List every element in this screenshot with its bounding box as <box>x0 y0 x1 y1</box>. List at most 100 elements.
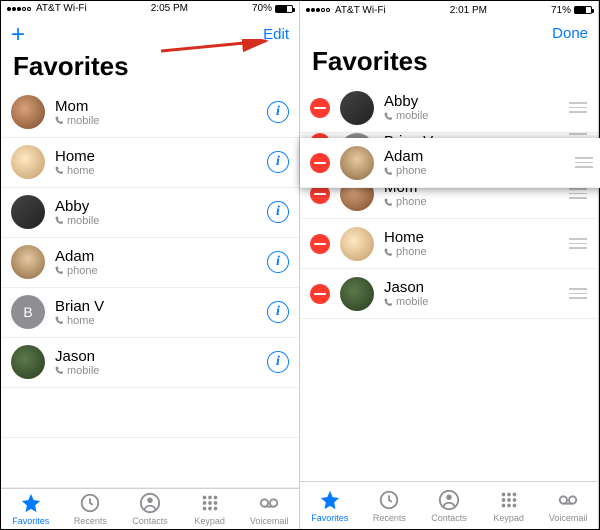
favorites-list: MommobileiHomehomeiAbbymobileiAdamphonei… <box>1 88 299 488</box>
contact-line: home <box>55 165 267 177</box>
favorite-row[interactable]: Mommobilei <box>1 88 299 138</box>
favorite-row[interactable]: Homehomei <box>1 138 299 188</box>
status-battery: 71% <box>551 5 592 16</box>
tab-favorites[interactable]: Favorites <box>1 489 61 530</box>
favorite-row[interactable]: Jasonmobilei <box>1 338 299 388</box>
delete-button[interactable] <box>310 234 330 254</box>
info-button[interactable]: i <box>267 351 289 373</box>
favorite-row[interactable]: Adamphonei <box>1 238 299 288</box>
tab-voicemail[interactable]: Voicemail <box>538 482 598 529</box>
tab-keypad[interactable]: Keypad <box>180 489 240 530</box>
avatar <box>340 91 374 125</box>
tab-label: Recents <box>373 513 406 523</box>
signal-carrier: AT&T Wi-Fi <box>7 3 87 14</box>
contact-info: Homehome <box>55 148 267 177</box>
signal-carrier: AT&T Wi-Fi <box>306 5 386 16</box>
tab-label: Voicemail <box>250 516 289 526</box>
tab-contacts[interactable]: Contacts <box>120 489 180 530</box>
voicemail-icon <box>258 492 280 514</box>
contact-info: Jasonmobile <box>384 279 568 308</box>
status-bar: AT&T Wi-Fi 2:01 PM 71% <box>300 1 598 19</box>
keypad-icon <box>199 492 221 514</box>
info-button[interactable]: i <box>267 101 289 123</box>
tab-label: Keypad <box>493 513 524 523</box>
contact-name: Abby <box>384 93 568 110</box>
tab-label: Recents <box>74 516 107 526</box>
add-button[interactable]: + <box>11 23 25 47</box>
info-button[interactable]: i <box>267 151 289 173</box>
contact-name: Adam <box>384 148 574 165</box>
favorites-list-edit: AbbymobileAdamphoneBBrian VphoneMomphone… <box>300 83 598 481</box>
contact-info: Jasonmobile <box>55 348 267 377</box>
tab-favorites[interactable]: Favorites <box>300 482 360 529</box>
recents-icon <box>378 489 400 511</box>
contact-line: phone <box>55 265 267 277</box>
contact-info: Abbymobile <box>384 93 568 122</box>
voicemail-icon <box>557 489 579 511</box>
page-title: Favorites <box>300 46 598 83</box>
favorite-row[interactable]: BBrian Vhomei <box>1 288 299 338</box>
avatar <box>340 227 374 261</box>
tab-label: Voicemail <box>549 513 588 523</box>
status-time: 2:05 PM <box>151 3 188 14</box>
tab-keypad[interactable]: Keypad <box>479 482 539 529</box>
annotation-arrow <box>161 39 281 59</box>
contact-info: Abbymobile <box>55 198 267 227</box>
tab-bar: Favorites Recents Contacts Keypad Voicemail <box>1 488 299 530</box>
status-battery: 70% <box>252 3 293 14</box>
favorite-row-edit[interactable]: Jasonmobile <box>300 269 598 319</box>
contact-info: Mommobile <box>55 98 267 127</box>
avatar <box>11 245 45 279</box>
contact-name: Jason <box>55 348 267 365</box>
contact-line: phone <box>384 196 568 208</box>
tab-label: Favorites <box>311 513 348 523</box>
reorder-handle[interactable] <box>568 288 588 299</box>
delete-button[interactable] <box>310 284 330 304</box>
tab-label: Favorites <box>12 516 49 526</box>
contact-line: mobile <box>55 365 267 377</box>
recents-icon <box>79 492 101 514</box>
tab-label: Contacts <box>431 513 467 523</box>
favorite-row[interactable]: Abbymobilei <box>1 188 299 238</box>
contact-line: mobile <box>55 215 267 227</box>
contact-line: mobile <box>384 296 568 308</box>
reorder-handle[interactable] <box>574 157 594 168</box>
favorite-row-edit[interactable]: Homephone <box>300 219 598 269</box>
favorites-icon <box>319 489 341 511</box>
tab-voicemail[interactable]: Voicemail <box>239 489 299 530</box>
delete-button[interactable] <box>310 98 330 118</box>
avatar <box>11 195 45 229</box>
delete-button[interactable] <box>310 153 330 173</box>
nav-bar: Done <box>300 19 598 46</box>
avatar <box>340 277 374 311</box>
tab-label: Contacts <box>132 516 168 526</box>
done-button[interactable]: Done <box>552 25 588 42</box>
info-button[interactable]: i <box>267 201 289 223</box>
tab-recents[interactable]: Recents <box>61 489 121 530</box>
contact-name: Mom <box>55 98 267 115</box>
info-button[interactable]: i <box>267 251 289 273</box>
status-time: 2:01 PM <box>450 5 487 16</box>
reorder-handle[interactable] <box>568 102 588 113</box>
contact-line: phone <box>384 165 574 177</box>
contact-name: Abby <box>55 198 267 215</box>
tab-label: Keypad <box>194 516 225 526</box>
contacts-icon <box>139 492 161 514</box>
info-button[interactable]: i <box>267 301 289 323</box>
reorder-handle[interactable] <box>568 188 588 199</box>
status-bar: AT&T Wi-Fi 2:05 PM 70% <box>1 1 299 17</box>
contact-name: Home <box>55 148 267 165</box>
favorites-icon <box>20 492 42 514</box>
right-screen: AT&T Wi-Fi 2:01 PM 71% Done Favorites Ab… <box>300 1 599 529</box>
tab-bar: Favorites Recents Contacts Keypad Voicemail <box>300 481 598 529</box>
contact-line: mobile <box>384 110 568 122</box>
favorite-row-dragging[interactable]: Adamphone <box>300 138 600 188</box>
contact-info: Homephone <box>384 229 568 258</box>
contact-name: Brian V <box>55 298 267 315</box>
contact-line: mobile <box>55 115 267 127</box>
favorite-row-edit[interactable]: Abbymobile <box>300 83 598 133</box>
reorder-handle[interactable] <box>568 238 588 249</box>
tab-contacts[interactable]: Contacts <box>419 482 479 529</box>
tab-recents[interactable]: Recents <box>360 482 420 529</box>
avatar <box>11 345 45 379</box>
